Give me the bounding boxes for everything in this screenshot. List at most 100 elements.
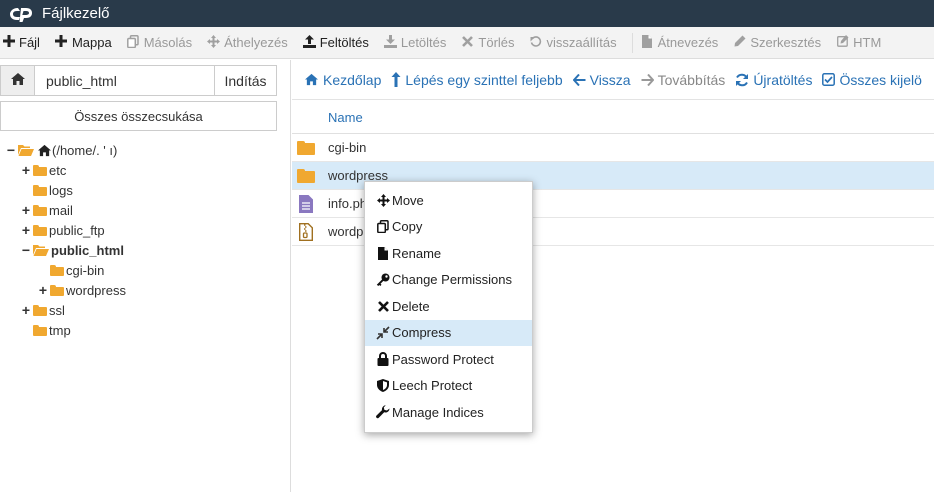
pencil-square-icon	[836, 35, 849, 50]
arrow-left-icon	[572, 73, 586, 86]
file-name: info.ph	[328, 196, 368, 211]
expand-toggle-icon[interactable]: +	[20, 202, 32, 218]
lock-icon	[376, 352, 390, 367]
expand-toggle-icon[interactable]: +	[20, 222, 32, 238]
home-icon	[304, 73, 319, 86]
go-button[interactable]: Indítás	[215, 65, 277, 96]
expand-toggle-icon[interactable]: +	[20, 302, 32, 318]
path-bar: Indítás	[0, 65, 277, 96]
context-menu-delete[interactable]: Delete	[365, 293, 532, 320]
path-input[interactable]	[35, 65, 215, 96]
shield-icon	[376, 379, 390, 393]
toolbar-download-button[interactable]: Letöltés	[383, 34, 456, 51]
folder-icon	[33, 304, 47, 316]
menu-item-label: Rename	[392, 245, 442, 261]
upload-icon	[302, 34, 316, 51]
tree-node[interactable]: logs	[0, 180, 280, 200]
folder-icon	[297, 140, 315, 155]
collapse-all-button[interactable]: Összes összecsukása	[0, 101, 277, 131]
toolbar-label: Törlés	[478, 35, 515, 50]
menu-item-label: Copy	[392, 219, 423, 235]
compress-icon	[376, 326, 390, 340]
nav-refresh-button[interactable]: Újratöltés	[735, 72, 822, 88]
context-menu-move[interactable]: Move	[365, 187, 532, 214]
arrow-right-icon	[641, 73, 654, 86]
move-icon	[376, 193, 390, 207]
nav-level-up-button[interactable]: Lépés egy szinttel feljebb	[391, 72, 572, 88]
context-menu-rename[interactable]: Rename	[365, 240, 532, 267]
toolbar-label: visszaállítás	[546, 35, 617, 50]
toolbar-pencil-square-button[interactable]: HTM	[836, 35, 890, 50]
tree-node-label: tmp	[49, 322, 71, 338]
toolbar-move-button[interactable]: Áthelyezés	[207, 34, 297, 51]
context-menu-change-permissions[interactable]: Change Permissions	[365, 267, 532, 294]
menu-item-label: Password Protect	[392, 351, 494, 367]
tree-node-label: (/home/. ' ı)	[52, 142, 118, 158]
nav-label: Továbbítás	[657, 71, 726, 88]
toolbar-label: Másolás	[143, 35, 193, 50]
tree-node[interactable]: − (/home/. ' ı)	[0, 140, 280, 160]
move-icon	[207, 34, 221, 51]
toolbar-copy-button[interactable]: Másolás	[127, 34, 201, 51]
tree-node[interactable]: cgi-bin	[0, 260, 280, 280]
tree-node[interactable]: − public_html	[0, 240, 280, 260]
home-icon	[10, 72, 26, 89]
file-icon	[641, 34, 654, 51]
toolbar-file-button[interactable]: Átnevezés	[641, 34, 728, 51]
tree-node-label: public_ftp	[49, 222, 105, 238]
toolbar-undo-button[interactable]: visszaállítás	[530, 35, 626, 50]
folder-icon	[50, 264, 64, 276]
toolbar-label: Fájl	[19, 35, 40, 50]
folder-icon	[33, 204, 47, 216]
toolbar-plus-button[interactable]: Fájl	[0, 35, 49, 50]
context-menu-leech-protect[interactable]: Leech Protect	[365, 373, 532, 400]
folder-tree-panel: Indítás Összes összecsukása − (/home/. '…	[0, 60, 291, 492]
level-up-icon	[391, 72, 401, 87]
context-menu-copy[interactable]: Copy	[365, 214, 532, 241]
copy-icon	[127, 34, 140, 51]
table-row[interactable]: cgi-bin	[292, 134, 934, 162]
toolbar-label: Feltöltés	[319, 35, 369, 50]
context-menu-compress[interactable]: Compress	[365, 319, 532, 346]
tree-node-label: public_html	[51, 242, 124, 258]
folder-icon	[33, 164, 47, 176]
tree-node[interactable]: + wordpress	[0, 280, 280, 300]
nav-check-square-button[interactable]: Összes kijelö	[822, 72, 931, 88]
tree-node[interactable]: + etc	[0, 160, 280, 180]
context-menu-manage-indices[interactable]: Manage Indices	[365, 399, 532, 426]
toolbar-upload-button[interactable]: Feltöltés	[302, 34, 378, 51]
context-menu-password-protect[interactable]: Password Protect	[365, 346, 532, 373]
copy-icon	[376, 220, 390, 234]
expand-toggle-icon[interactable]: +	[20, 162, 32, 178]
file-icon	[376, 246, 390, 260]
toolbar-pencil-button[interactable]: Szerkesztés	[733, 35, 830, 50]
tree-node[interactable]: tmp	[0, 320, 280, 340]
tree-node[interactable]: + public_ftp	[0, 220, 280, 240]
expand-toggle-icon[interactable]: +	[37, 282, 49, 298]
nav-home-button[interactable]: Kezdőlap	[292, 72, 391, 88]
tree-node-label: logs	[49, 182, 73, 198]
collapse-toggle-icon[interactable]: −	[20, 242, 32, 258]
nav-arrow-left-button[interactable]: Vissza	[572, 72, 641, 88]
times-icon	[461, 35, 474, 50]
tree-node-label: etc	[49, 162, 67, 178]
toolbar-separator	[631, 32, 633, 53]
toolbar-label: Mappa	[71, 35, 112, 50]
home-button[interactable]	[0, 65, 35, 96]
cpanel-logo-icon	[8, 5, 34, 23]
toolbar-times-button[interactable]: Törlés	[461, 35, 523, 50]
home-icon	[37, 144, 52, 157]
tree-node[interactable]: + ssl	[0, 300, 280, 320]
tree-node-label: wordpress	[66, 282, 126, 298]
folder-icon	[297, 168, 315, 183]
check-square-icon	[822, 73, 836, 86]
toolbar-plus-button[interactable]: Mappa	[55, 35, 121, 50]
tree-node-label: ssl	[49, 302, 65, 318]
nav-arrow-right-button[interactable]: Továbbítás	[641, 72, 736, 88]
tree-node[interactable]: + mail	[0, 200, 280, 220]
column-header-name[interactable]: Name	[328, 110, 363, 125]
undo-icon	[530, 35, 543, 50]
context-menu: Move Copy Rename Change Permissions Delete Co…	[364, 181, 533, 433]
collapse-toggle-icon[interactable]: −	[5, 142, 17, 158]
folder-open-icon	[33, 244, 49, 256]
